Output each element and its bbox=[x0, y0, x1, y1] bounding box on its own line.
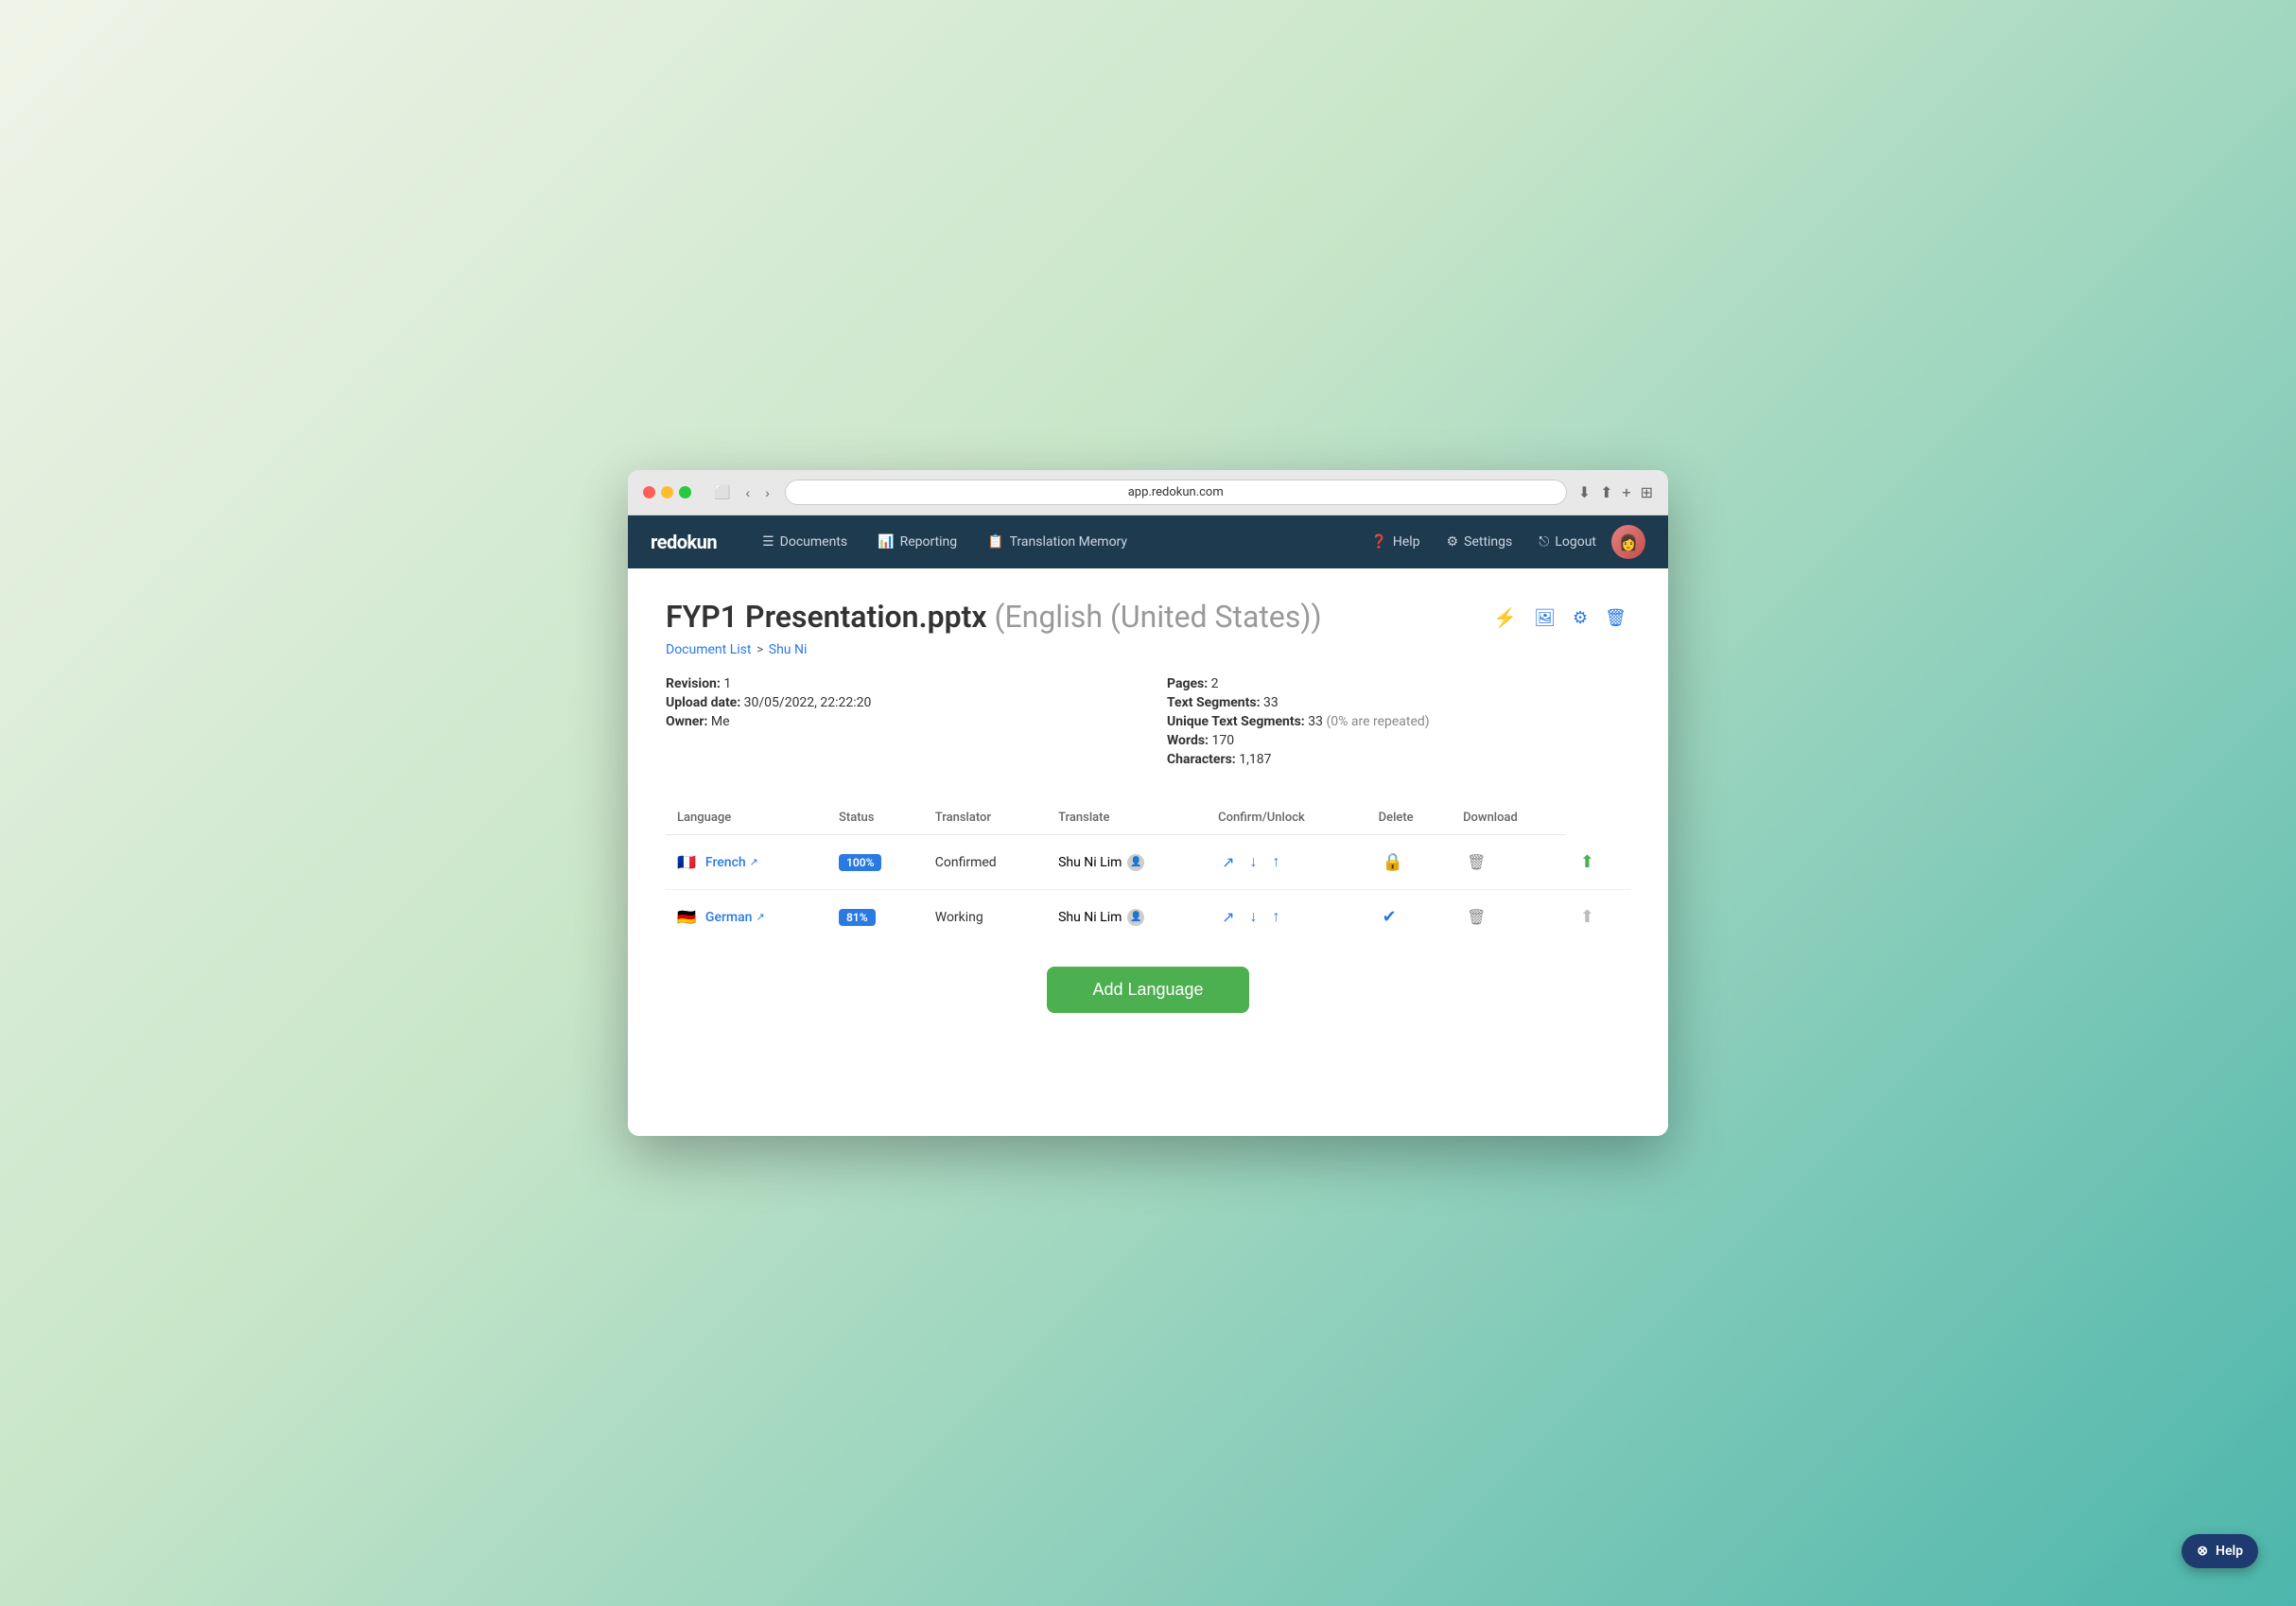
user-avatar[interactable]: 👩 bbox=[1611, 525, 1645, 559]
translation-memory-icon: 📋 bbox=[987, 534, 1003, 550]
page-actions: ⚡ 🖼 ⚙ 🗑 bbox=[1489, 599, 1630, 634]
german-translator-avatar: 👤 bbox=[1127, 909, 1144, 926]
table-row: 🇩🇪 German ↗ 81% Working bbox=[666, 890, 1630, 945]
help-fab-button[interactable]: ⊗ Help bbox=[2182, 1534, 2258, 1568]
german-download-translation-button[interactable]: ⬆ bbox=[1576, 903, 1598, 931]
german-translator-name: Shu Ni Lim bbox=[1058, 910, 1122, 925]
german-progress-badge: 81% bbox=[839, 909, 876, 926]
settings-icon: ⚙ bbox=[1447, 534, 1459, 550]
nav-logo[interactable]: redokun bbox=[651, 531, 717, 553]
add-language-button[interactable]: Add Language bbox=[1047, 967, 1248, 1013]
metadata-grid: Revision: 1 Upload date: 30/05/2022, 22:… bbox=[666, 676, 1630, 771]
language-french[interactable]: 🇫🇷 French ↗ bbox=[677, 853, 816, 871]
breadcrumb: Document List > Shu Ni bbox=[666, 642, 1322, 657]
german-flag: 🇩🇪 bbox=[677, 908, 696, 926]
documents-icon: ☰ bbox=[762, 534, 774, 550]
browser-controls: ⬜ ‹ › bbox=[710, 482, 774, 502]
french-status: Confirmed bbox=[935, 855, 997, 870]
back-button[interactable]: ‹ bbox=[741, 483, 754, 502]
main-content: FYP1 Presentation.pptx (English (United … bbox=[628, 568, 1668, 1136]
navbar: redokun ☰ Documents 📊 Reporting 📋 Transl… bbox=[628, 515, 1668, 568]
french-delete-button[interactable]: 🗑 bbox=[1463, 849, 1489, 876]
download-icon[interactable]: ⬇ bbox=[1578, 483, 1591, 501]
col-download: Download bbox=[1452, 801, 1565, 835]
traffic-lights bbox=[643, 486, 691, 498]
quick-translate-button[interactable]: ⚡ bbox=[1489, 602, 1521, 634]
address-text: app.redokun.com bbox=[1128, 485, 1224, 499]
help-fab-icon: ⊗ bbox=[2197, 1544, 2208, 1559]
breadcrumb-document-list[interactable]: Document List bbox=[666, 642, 751, 657]
french-open-editor-button[interactable]: ↗ bbox=[1218, 849, 1238, 876]
upload-date-row: Upload date: 30/05/2022, 22:22:20 bbox=[666, 695, 1129, 710]
col-status: Status bbox=[827, 801, 924, 835]
characters-row: Characters: 1,187 bbox=[1167, 752, 1630, 767]
col-language: Language bbox=[666, 801, 827, 835]
french-translator-name: Shu Ni Lim bbox=[1058, 855, 1122, 870]
german-open-editor-button[interactable]: ↗ bbox=[1218, 904, 1238, 931]
breadcrumb-current: Shu Ni bbox=[769, 642, 808, 657]
browser-right-controls: ⬇ ⬆ + ⊞ bbox=[1578, 483, 1653, 501]
french-translator: Shu Ni Lim 👤 bbox=[1058, 854, 1195, 871]
french-lock-button[interactable]: 🔒 bbox=[1379, 848, 1407, 876]
french-flag: 🇫🇷 bbox=[677, 853, 696, 871]
export-image-button[interactable]: 🖼 bbox=[1530, 602, 1559, 634]
words-row: Words: 170 bbox=[1167, 733, 1630, 748]
share-icon[interactable]: ⬆ bbox=[1600, 483, 1612, 501]
revision-row: Revision: 1 bbox=[666, 676, 1129, 691]
col-confirm: Confirm/Unlock bbox=[1207, 801, 1367, 835]
german-translator: Shu Ni Lim 👤 bbox=[1058, 909, 1195, 926]
german-upload-button[interactable]: ↑ bbox=[1268, 905, 1283, 930]
german-external-link-icon[interactable]: ↗ bbox=[756, 911, 764, 923]
german-translate-actions: ↗ ↓ ↑ bbox=[1218, 904, 1356, 931]
header-area: FYP1 Presentation.pptx (English (United … bbox=[666, 599, 1630, 676]
document-settings-button[interactable]: ⚙ bbox=[1569, 602, 1592, 634]
german-delete-button[interactable]: 🗑 bbox=[1463, 904, 1489, 931]
owner-row: Owner: Me bbox=[666, 714, 1129, 729]
reporting-icon: 📊 bbox=[878, 534, 894, 550]
browser-titlebar: ⬜ ‹ › app.redokun.com ⬇ ⬆ + ⊞ bbox=[628, 470, 1668, 515]
col-translator: Translator bbox=[924, 801, 1047, 835]
french-download-button[interactable]: ↓ bbox=[1245, 850, 1261, 875]
nav-item-documents[interactable]: ☰ Documents bbox=[747, 515, 862, 568]
german-status: Working bbox=[935, 910, 983, 925]
close-button[interactable] bbox=[643, 486, 655, 498]
german-confirm-button[interactable]: ✔ bbox=[1379, 903, 1400, 931]
help-fab-label: Help bbox=[2216, 1544, 2243, 1559]
french-external-link-icon[interactable]: ↗ bbox=[750, 856, 758, 868]
table-header-row: Language Status Translator Translate Con… bbox=[666, 801, 1630, 835]
help-icon: ❓ bbox=[1370, 534, 1386, 550]
pages-row: Pages: 2 bbox=[1167, 676, 1630, 691]
new-tab-icon[interactable]: + bbox=[1623, 483, 1631, 501]
logout-icon: ⎋ bbox=[1539, 534, 1549, 550]
french-progress-badge: 100% bbox=[839, 854, 881, 871]
language-table: Language Status Translator Translate Con… bbox=[666, 801, 1630, 944]
grid-icon[interactable]: ⊞ bbox=[1641, 483, 1653, 501]
language-german[interactable]: 🇩🇪 German ↗ bbox=[677, 908, 816, 926]
nav-settings[interactable]: ⚙ Settings bbox=[1435, 515, 1524, 568]
table-row: 🇫🇷 French ↗ 100% Confirmed bbox=[666, 835, 1630, 890]
german-download-button[interactable]: ↓ bbox=[1245, 905, 1261, 930]
unique-segments-row: Unique Text Segments: 33 (0% are repeate… bbox=[1167, 714, 1630, 729]
text-segments-row: Text Segments: 33 bbox=[1167, 695, 1630, 710]
col-translate: Translate bbox=[1047, 801, 1207, 835]
col-delete: Delete bbox=[1367, 801, 1452, 835]
address-bar[interactable]: app.redokun.com bbox=[785, 480, 1567, 505]
maximize-button[interactable] bbox=[679, 486, 691, 498]
nav-logout[interactable]: ⎋ Logout bbox=[1527, 515, 1608, 568]
forward-button[interactable]: › bbox=[761, 483, 774, 502]
nav-right: ❓ Help ⚙ Settings ⎋ Logout 👩 bbox=[1359, 515, 1645, 568]
french-translator-avatar: 👤 bbox=[1127, 854, 1144, 871]
page-title: FYP1 Presentation.pptx (English (United … bbox=[666, 599, 1322, 635]
french-download-translation-button[interactable]: ⬆ bbox=[1576, 848, 1598, 876]
add-language-section: Add Language bbox=[666, 944, 1630, 1021]
delete-document-button[interactable]: 🗑 bbox=[1601, 602, 1630, 634]
nav-item-translation-memory[interactable]: 📋 Translation Memory bbox=[972, 515, 1142, 568]
nav-item-reporting[interactable]: 📊 Reporting bbox=[862, 515, 972, 568]
nav-help[interactable]: ❓ Help bbox=[1359, 515, 1431, 568]
french-translate-actions: ↗ ↓ ↑ bbox=[1218, 849, 1356, 876]
french-upload-button[interactable]: ↑ bbox=[1268, 850, 1283, 875]
nav-items: ☰ Documents 📊 Reporting 📋 Translation Me… bbox=[747, 515, 1359, 568]
sidebar-toggle[interactable]: ⬜ bbox=[710, 482, 734, 502]
minimize-button[interactable] bbox=[661, 486, 673, 498]
